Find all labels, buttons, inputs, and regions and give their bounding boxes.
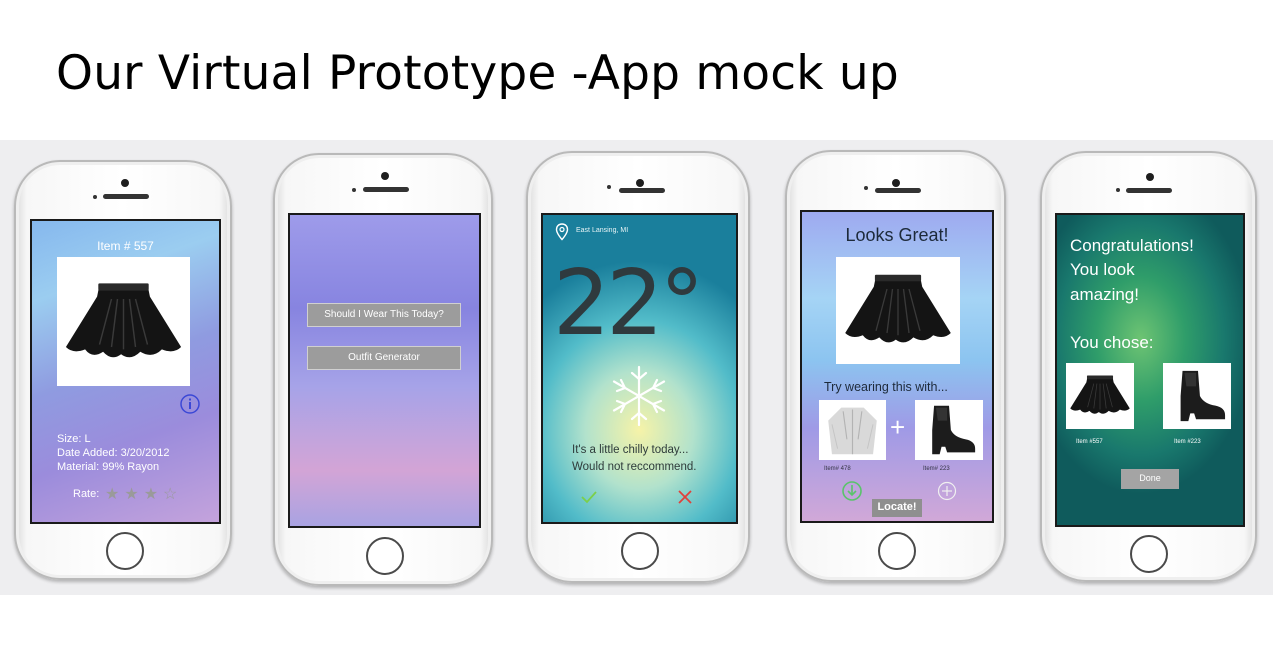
congratulations-line1: Congratulations! [1070,236,1194,255]
home-button[interactable] [878,532,916,570]
suggestion-label: Try wearing this with... [824,380,948,394]
chosen-item1-caption: Item #557 [1076,439,1103,445]
screen-item-detail: Item # 557 Size: L Date Added: 3/20/2012… [30,219,221,524]
boot-image [1180,370,1226,422]
weather-message-line2: Would not reccommend. [572,461,697,473]
home-button[interactable] [366,537,404,575]
front-camera [636,179,644,187]
temperature-readout: 22° [553,251,705,356]
phone-1: Item # 557 Size: L Date Added: 3/20/2012… [14,160,232,580]
speaker [103,194,149,199]
jacket-image [827,407,878,455]
chosen-boot-photo [1163,363,1231,429]
star-filled-icon[interactable]: ★ [124,486,138,503]
phone-2: Should I Wear This Today? Outfit Generat… [273,153,493,586]
sensor-dot [607,185,611,189]
you-chose-label: You chose: [1070,333,1154,352]
download-icon[interactable] [841,480,863,502]
rating-stars[interactable]: ★ ★ ★ ☆ [105,484,182,504]
phone-3: East Lansing, MI 22° It's a little chill… [526,151,750,583]
suggested-jacket-photo[interactable] [819,400,886,460]
speaker [1126,188,1172,193]
sensor-dot [1116,188,1120,192]
chosen-skirt-photo [1066,363,1134,429]
phone-4: Looks Great! Try wearing this with... + … [785,150,1006,582]
sensor-dot [864,186,868,190]
locate-button[interactable]: Locate! [872,499,922,517]
chosen-item2-caption: Item #223 [1174,439,1201,445]
should-i-wear-button[interactable]: Should I Wear This Today? [307,303,461,327]
speaker [619,188,665,193]
skirt-image [65,282,182,359]
item-title: Item # 557 [97,239,154,253]
skirt-image [844,274,952,344]
looks-great-heading: Looks Great! [845,225,949,245]
front-camera [892,179,900,187]
home-button[interactable] [106,532,144,570]
info-icon[interactable] [179,393,201,415]
snowflake-icon [612,365,666,427]
sensor-dot [352,188,356,192]
map-pin-icon [555,223,569,241]
screen-main-menu: Should I Wear This Today? Outfit Generat… [288,213,481,528]
location-label: East Lansing, MI [576,227,629,234]
item-photo[interactable] [57,257,190,386]
screen-confirmation: Congratulations! You look amazing! You c… [1055,213,1245,527]
home-button[interactable] [1130,535,1168,573]
outfit-generator-button[interactable]: Outfit Generator [307,346,461,370]
congratulations-line3: amazing! [1070,285,1139,304]
sensor-dot [93,195,97,199]
home-button[interactable] [621,532,659,570]
item2-caption: Item# 223 [923,466,950,472]
star-empty-icon[interactable]: ☆ [163,486,177,503]
item1-caption: Item# 478 [824,466,851,472]
selected-item-photo[interactable] [836,257,960,364]
item-date-added: Date Added: 3/20/2012 [57,447,170,459]
star-filled-icon[interactable]: ★ [105,486,119,503]
screen-outfit-suggestion: Looks Great! Try wearing this with... + … [800,210,994,523]
front-camera [1146,173,1154,181]
suggested-boot-photo[interactable] [915,400,983,460]
plus-circle-icon[interactable] [937,481,957,501]
speaker [363,187,409,192]
boot-image [932,405,976,455]
checkmark-icon[interactable] [580,489,598,505]
rate-label: Rate: [73,488,100,500]
plus-sign: + [890,412,906,442]
done-button[interactable]: Done [1121,469,1179,489]
x-icon[interactable] [677,489,693,505]
screen-weather: East Lansing, MI 22° It's a little chill… [541,213,738,524]
front-camera [121,179,129,187]
skirt-image [1069,375,1131,415]
item-size: Size: L [57,433,91,445]
front-camera [381,172,389,180]
congratulations-line2: You look [1070,260,1135,279]
speaker [875,188,921,193]
item-material: Material: 99% Rayon [57,461,160,473]
weather-message-line1: It's a little chilly today... [572,444,689,456]
phone-5: Congratulations! You look amazing! You c… [1040,151,1257,582]
slide-title: Our Virtual Prototype -App mock up [56,46,899,101]
star-filled-icon[interactable]: ★ [144,486,158,503]
